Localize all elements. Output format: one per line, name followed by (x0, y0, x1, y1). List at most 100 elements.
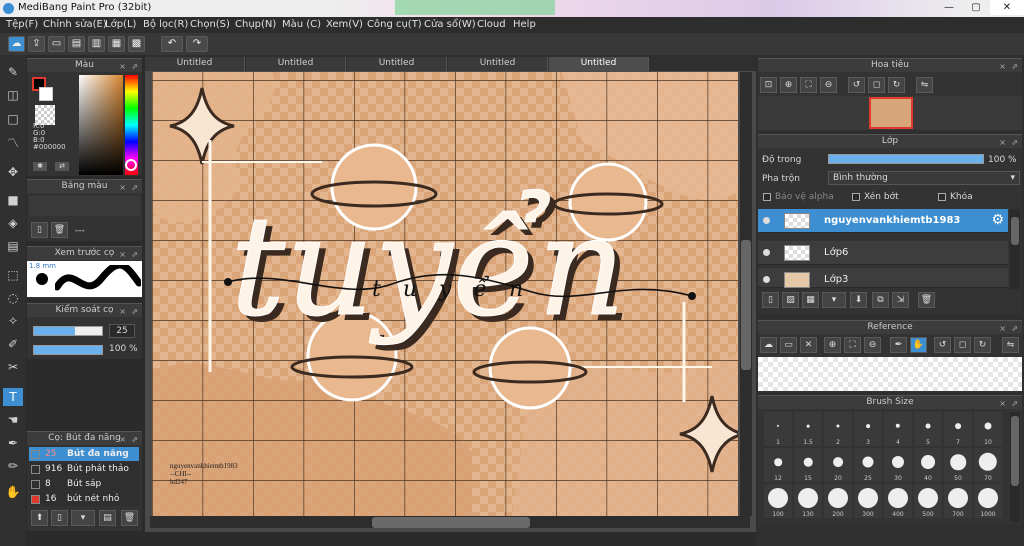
gradient-tool-icon[interactable]: ▤ (3, 237, 23, 255)
brush-size-option[interactable]: 500 (914, 484, 942, 518)
select-pen-icon[interactable]: ✐ (3, 335, 23, 353)
layer-opacity-slider[interactable] (828, 154, 984, 164)
menu-select[interactable]: Chọn(S) (190, 19, 230, 30)
rectangle-tool-icon[interactable]: □ (3, 110, 23, 128)
menu-edit[interactable]: Chỉnh sửa(E) (43, 19, 107, 30)
brush-size-option[interactable]: 100 (764, 484, 792, 518)
palette-swatch-area[interactable] (29, 196, 140, 216)
menu-color[interactable]: Màu (C) (282, 19, 321, 30)
move-down-icon[interactable]: ⬇ (850, 292, 867, 308)
new-layer-folder-icon[interactable]: ▨ (782, 292, 799, 308)
eraser-tool-icon[interactable]: ◫ (3, 86, 23, 104)
rotate-right-icon[interactable]: ↻ (888, 77, 905, 93)
layer-row[interactable]: nguyenvankhiemtb1983 ⚙ (758, 209, 1008, 233)
brush-size-option[interactable]: 15 (794, 448, 822, 482)
expand-icon[interactable]: ⇗ (131, 305, 138, 318)
brush-size-option[interactable]: 130 (794, 484, 822, 518)
drawing-canvas[interactable]: tuyển tuyển tuyển nguyenvankhiemtb1983 --… (152, 72, 738, 516)
fit-window-icon[interactable]: ⛶ (844, 337, 861, 353)
delete-palette-icon[interactable]: 🗑 (51, 222, 68, 238)
tab-untitled-1[interactable]: Untitled (145, 57, 245, 71)
expand-icon[interactable]: ⇗ (131, 433, 138, 446)
brush-size-option[interactable]: 5 (914, 412, 942, 446)
brush-size-option[interactable]: 2 (824, 412, 852, 446)
brush-size-value[interactable]: 25 (109, 324, 135, 338)
brush-opacity-slider[interactable] (33, 345, 103, 355)
brush-size-option[interactable]: 40 (914, 448, 942, 482)
chat-icon[interactable]: ▤ (68, 36, 85, 52)
zoom-fit-icon[interactable]: ⊡ (760, 77, 777, 93)
minimize-button[interactable]: — (935, 0, 963, 15)
expand-icon[interactable]: ⇗ (1011, 60, 1018, 73)
select-tool-icon[interactable]: ⬚ (3, 266, 23, 284)
magic-wand-icon[interactable]: ✧ (3, 312, 23, 330)
brush-size-option[interactable]: 1 (764, 412, 792, 446)
brush-tool-icon[interactable]: ✎ (3, 63, 23, 81)
brush-size-option[interactable]: 200 (824, 484, 852, 518)
merge-layer-icon[interactable]: ⇲ (892, 292, 909, 308)
menu-tools[interactable]: Công cụ(T) (367, 19, 422, 30)
menu-cloud[interactable]: Cloud (477, 19, 506, 30)
gear-icon[interactable]: ⚙ (991, 212, 1004, 228)
rotate-left-icon[interactable]: ↺ (934, 337, 951, 353)
color-add-button[interactable]: ✱ (33, 162, 47, 171)
layer-row[interactable]: Lớp6 (758, 241, 1008, 265)
vertical-scroll-thumb[interactable] (741, 240, 751, 370)
layers-scrollbar[interactable] (1010, 209, 1020, 289)
color-swap-button[interactable]: ⇄ (55, 162, 69, 171)
close-panel-icon[interactable]: × (119, 248, 126, 261)
eyedropper-tool-icon[interactable]: ✒ (3, 434, 23, 452)
brush-size-option[interactable]: 4 (884, 412, 912, 446)
move-tool-icon[interactable]: ✥ (3, 163, 23, 181)
operation-tool-icon[interactable]: ☚ (3, 411, 23, 429)
menu-help[interactable]: Help (513, 19, 536, 30)
actual-size-icon[interactable]: ◻ (868, 77, 885, 93)
brush-size-option[interactable]: 3 (854, 412, 882, 446)
comment-icon[interactable]: ▭ (48, 36, 65, 52)
text-tool-icon[interactable]: T (3, 388, 23, 406)
brush-size-option[interactable]: 12 (764, 448, 792, 482)
share-icon[interactable]: ⇪ (28, 36, 45, 52)
close-panel-icon[interactable]: × (119, 181, 126, 194)
zoom-out-icon[interactable]: ⊖ (820, 77, 837, 93)
menu-snap[interactable]: Chụp(N) (235, 19, 276, 30)
brush-size-option[interactable]: 30 (884, 448, 912, 482)
select-eraser-icon[interactable]: ✂ (3, 358, 23, 376)
tab-untitled-4[interactable]: Untitled (448, 57, 548, 71)
visibility-icon[interactable] (763, 249, 770, 256)
tab-untitled-5[interactable]: Untitled (549, 57, 649, 71)
redo-icon[interactable]: ↷ (186, 36, 208, 52)
add-brush-icon[interactable]: ⬆ (31, 510, 48, 526)
brush-size-option[interactable]: 300 (854, 484, 882, 518)
navigator-thumbnail[interactable] (869, 97, 913, 129)
visibility-icon[interactable] (763, 217, 770, 224)
eyedropper-icon[interactable]: ✒ (890, 337, 907, 353)
add-layer-menu-icon[interactable]: ▾ (822, 292, 846, 308)
delete-layer-icon[interactable]: 🗑 (918, 292, 935, 308)
fill-rect-tool-icon[interactable]: ■ (3, 191, 23, 209)
brush-item-sketch[interactable]: 916 Bút phát thảo (29, 462, 139, 476)
brush-size-option[interactable]: 25 (854, 448, 882, 482)
menu-layer[interactable]: Lớp(L) (105, 19, 136, 30)
lock-checkbox[interactable] (938, 193, 946, 201)
zoom-out-icon[interactable]: ⊖ (864, 337, 881, 353)
cloud-open-icon[interactable]: ☁ (760, 337, 777, 353)
rotate-right-icon[interactable]: ↻ (974, 337, 991, 353)
close-panel-icon[interactable]: × (119, 305, 126, 318)
new-layer-icon[interactable]: ▯ (762, 292, 779, 308)
brush-size-option[interactable]: 700 (944, 484, 972, 518)
expand-icon[interactable]: ⇗ (1011, 136, 1018, 149)
duplicate-layer-icon[interactable]: ⧉ (872, 292, 889, 308)
horizontal-scroll-thumb[interactable] (372, 517, 530, 528)
brush-size-option[interactable]: 400 (884, 484, 912, 518)
menu-view[interactable]: Xem(V) (326, 19, 363, 30)
bucket-tool-icon[interactable]: ◈ (3, 214, 23, 232)
undo-icon[interactable]: ↶ (161, 36, 183, 52)
flip-icon[interactable]: ⇋ (916, 77, 933, 93)
hue-slider-handle[interactable] (125, 159, 137, 171)
close-button[interactable]: ✕ (990, 0, 1024, 15)
menu-filter[interactable]: Bộ lọc(R) (143, 19, 188, 30)
zoom-in-icon[interactable]: ⊕ (780, 77, 797, 93)
zoom-in-icon[interactable]: ⊕ (824, 337, 841, 353)
tab-untitled-3[interactable]: Untitled (347, 57, 447, 71)
